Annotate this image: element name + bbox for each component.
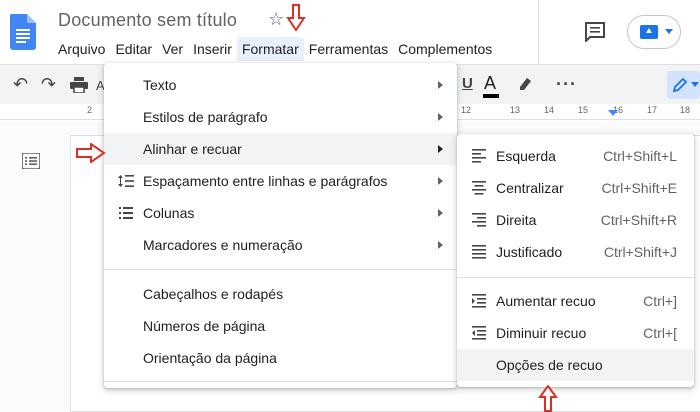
shortcut-label: Ctrl+] (643, 293, 677, 309)
submenu-item-aumentar-recuo[interactable]: Aumentar recuo Ctrl+] (457, 285, 694, 317)
submenu-item-direita[interactable]: Direita Ctrl+Shift+R (457, 204, 694, 236)
document-title[interactable]: Documento sem título (58, 10, 237, 31)
submenu-item-justificado[interactable]: Justificado Ctrl+Shift+J (457, 236, 694, 268)
menu-formatar[interactable]: Formatar (236, 37, 304, 61)
submenu-arrow-icon (438, 81, 443, 89)
menu-item-numeros-pagina[interactable]: Números de página (104, 310, 457, 342)
line-spacing-icon (118, 175, 134, 187)
annotation-arrow-up-icon (538, 385, 558, 412)
menu-item-label: Colunas (143, 205, 195, 221)
submenu-item-opcoes-recuo[interactable]: Opções de recuo (457, 349, 694, 381)
print-icon[interactable] (70, 77, 88, 93)
menu-item-orientacao[interactable]: Orientação da página (104, 342, 457, 374)
shortcut-label: Ctrl+Shift+L (603, 148, 677, 164)
menu-item-espacamento[interactable]: Espaçamento entre linhas e parágrafos (104, 165, 457, 197)
menu-item-label: Espaçamento entre linhas e parágrafos (143, 173, 388, 189)
submenu-item-label: Direita (496, 212, 537, 228)
indent-decrease-icon (472, 326, 486, 340)
undo-icon[interactable]: ↶ (13, 73, 28, 95)
menu-complementos[interactable]: Complementos (393, 37, 497, 61)
submenu-item-label: Opções de recuo (496, 357, 603, 373)
submenu-arrow-icon (438, 145, 443, 153)
ruler-label: 14 (544, 105, 555, 115)
ruler-label: 12 (461, 105, 472, 115)
menu-item-label: Texto (143, 77, 177, 93)
menu-inserir[interactable]: Inserir (188, 37, 237, 61)
shortcut-label: Ctrl+Shift+J (603, 244, 677, 260)
menu-item-label: Marcadores e numeração (143, 237, 303, 253)
align-center-icon (472, 181, 486, 195)
ruler-label: 17 (647, 105, 658, 115)
menu-divider (104, 269, 457, 270)
menu-item-label: Orientação da página (143, 350, 277, 366)
menu-editar[interactable]: Editar (110, 37, 157, 61)
align-right-icon (472, 213, 486, 227)
chevron-down-icon (665, 29, 673, 34)
submenu-item-esquerda[interactable]: Esquerda Ctrl+Shift+L (457, 140, 694, 172)
shortcut-label: Ctrl+Shift+E (601, 180, 677, 196)
comment-history-icon[interactable] (584, 22, 606, 42)
menu-item-marcadores[interactable]: Marcadores e numeração (104, 229, 457, 261)
menu-item-label: Cabeçalhos e rodapés (143, 286, 284, 302)
header-divider (538, 0, 539, 64)
app-header: Documento sem título ☆ Arquivo Editar Ve… (0, 0, 700, 64)
submenu-item-label: Justificado (496, 244, 563, 260)
chevron-down-icon (691, 82, 699, 87)
menu-ver[interactable]: Ver (157, 37, 188, 61)
present-icon (640, 25, 658, 39)
shortcut-label: Ctrl+Shift+R (600, 212, 677, 228)
editing-mode-button[interactable] (667, 71, 700, 99)
menu-item-label: Números de página (143, 318, 266, 334)
present-button[interactable] (627, 15, 681, 49)
highlight-icon[interactable] (517, 76, 533, 92)
menu-ferramentas[interactable]: Ferramentas (304, 37, 393, 61)
submenu-arrow-icon (438, 113, 443, 121)
pencil-icon (672, 77, 688, 93)
annotation-arrow-right-icon (76, 143, 106, 163)
google-docs-logo[interactable] (10, 14, 36, 50)
shortcut-label: Ctrl+[ (643, 325, 677, 341)
ruler-label: 2 (87, 105, 93, 115)
more-options-icon[interactable]: ··· (556, 73, 577, 95)
ruler-label: 15 (578, 105, 589, 115)
menu-item-texto[interactable]: Texto (104, 69, 457, 101)
submenu-item-label: Esquerda (496, 148, 556, 164)
menu-item-cabecalhos[interactable]: Cabeçalhos e rodapés (104, 278, 457, 310)
submenu-arrow-icon (438, 241, 443, 249)
submenu-item-centralizar[interactable]: Centralizar Ctrl+Shift+E (457, 172, 694, 204)
annotation-arrow-down-icon (286, 4, 306, 32)
document-outline-icon[interactable] (22, 153, 40, 169)
ruler-label: 13 (510, 105, 521, 115)
menu-arquivo[interactable]: Arquivo (53, 37, 110, 61)
submenu-arrow-icon (438, 209, 443, 217)
ruler-label: 18 (680, 105, 691, 115)
menu-item-estilos[interactable]: Estilos de parágrafo (104, 101, 457, 133)
format-menu: Texto Estilos de parágrafo Alinhar e rec… (104, 63, 457, 388)
submenu-arrow-icon (438, 177, 443, 185)
indent-increase-icon (472, 294, 486, 308)
menu-bar: Arquivo Editar Ver Inserir Formatar Ferr… (53, 37, 497, 61)
underline-icon[interactable]: U (462, 73, 473, 95)
menu-item-label: Estilos de parágrafo (143, 109, 268, 125)
text-color-icon[interactable]: A (482, 73, 500, 98)
submenu-item-label: Aumentar recuo (496, 293, 596, 309)
align-justify-icon (472, 245, 486, 259)
submenu-item-diminuir-recuo[interactable]: Diminuir recuo Ctrl+[ (457, 317, 694, 349)
menu-item-alinhar[interactable]: Alinhar e recuar (104, 133, 457, 165)
right-indent-marker[interactable] (608, 110, 618, 116)
menu-divider (104, 381, 457, 382)
submenu-item-label: Centralizar (496, 180, 564, 196)
redo-icon[interactable]: ↷ (41, 73, 56, 95)
submenu-item-label: Diminuir recuo (496, 325, 587, 341)
align-indent-submenu: Esquerda Ctrl+Shift+L Centralizar Ctrl+S… (457, 134, 694, 387)
menu-item-colunas[interactable]: Colunas (104, 197, 457, 229)
menu-item-label: Alinhar e recuar (143, 141, 242, 157)
align-left-icon (472, 149, 486, 163)
star-icon[interactable]: ☆ (268, 9, 284, 30)
columns-icon (119, 207, 133, 219)
menu-divider (457, 277, 694, 278)
